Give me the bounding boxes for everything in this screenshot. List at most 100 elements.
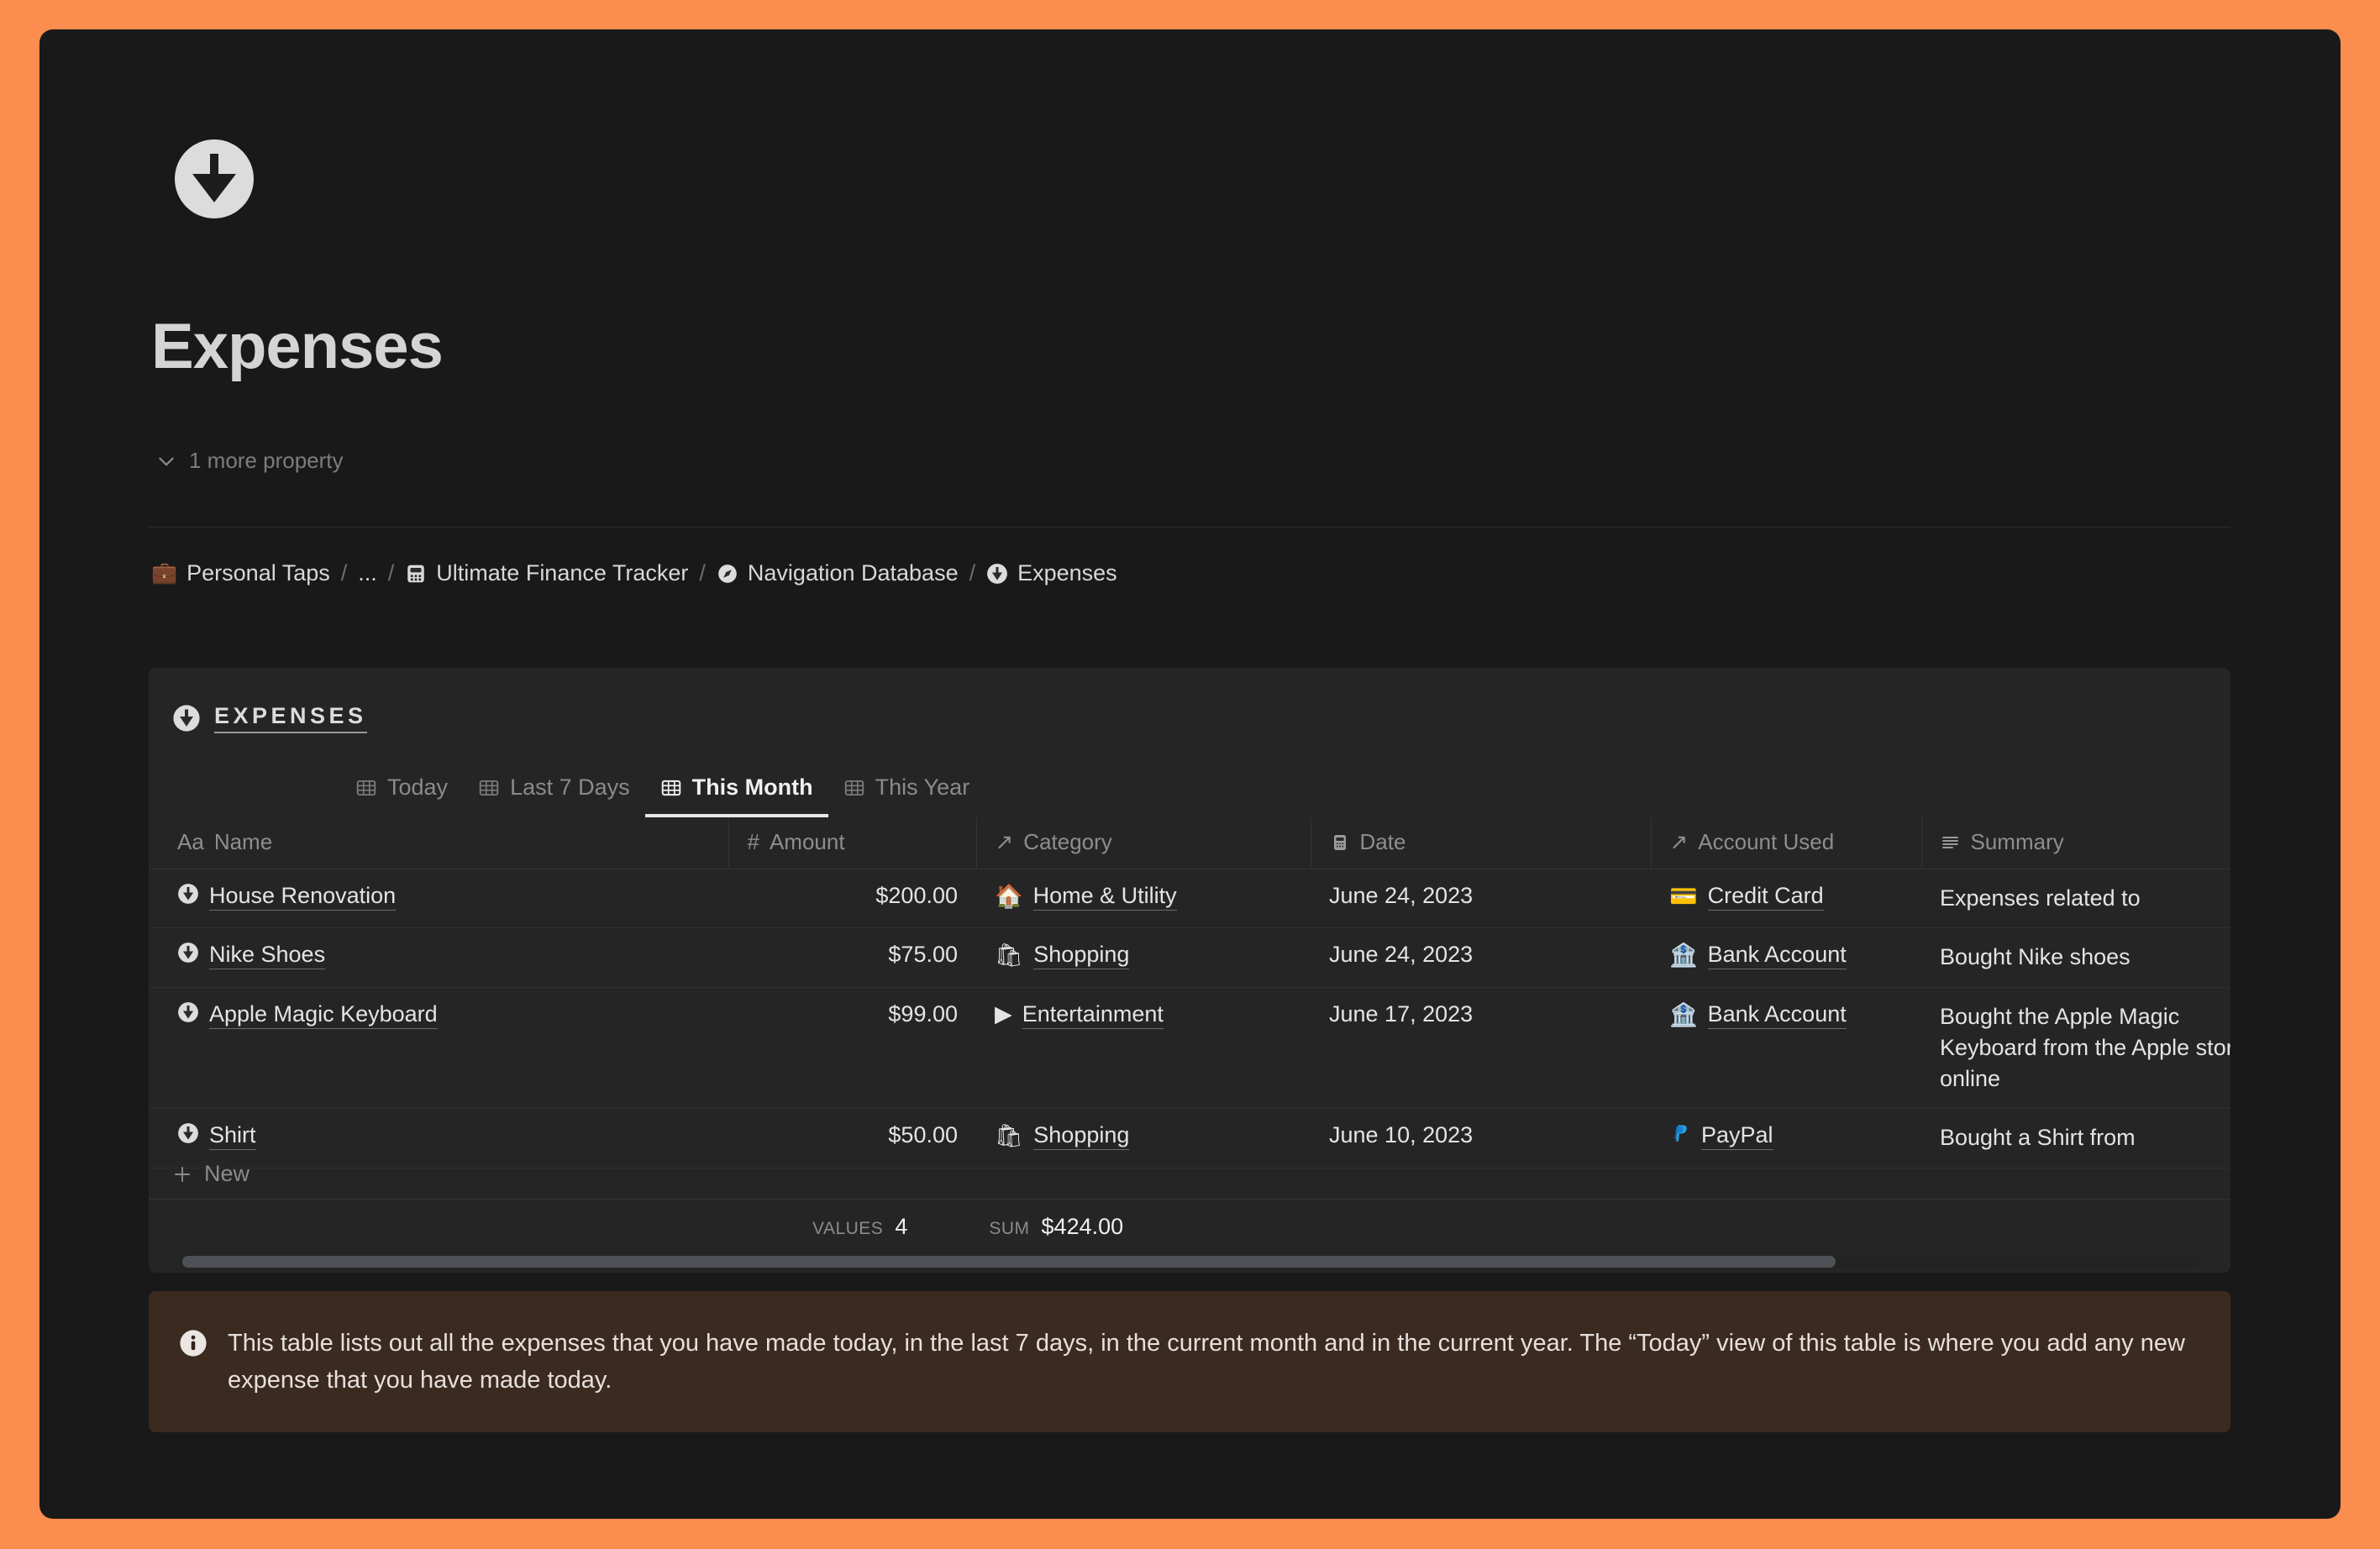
new-row-button[interactable]: New	[149, 1149, 2230, 1200]
cell-category[interactable]: 🏠 Home & Utility	[976, 869, 1311, 929]
circle-down-arrow-icon	[173, 705, 200, 732]
page-body: Expenses 1 more property 💼 Personal Taps…	[39, 29, 2341, 1519]
category-link[interactable]: Entertainment	[1022, 1001, 1164, 1029]
column-header-account-used[interactable]: ↗ Account Used	[1651, 817, 1922, 869]
cell-date[interactable]: June 24, 2023	[1311, 869, 1651, 929]
number-hash-icon: #	[747, 829, 759, 854]
cell-summary[interactable]: Bought the Apple Magic Keyboard from the…	[1921, 987, 2230, 1110]
column-header-amount[interactable]: # Amount	[728, 817, 977, 869]
row-name-link[interactable]: House Renovation	[209, 883, 397, 911]
breadcrumb-item-personal-taps[interactable]: 💼 Personal Taps	[151, 560, 330, 586]
database-title[interactable]: EXPENSES	[214, 703, 367, 733]
tab-today[interactable]: Today	[340, 774, 463, 817]
info-icon	[180, 1330, 207, 1357]
row-name-link[interactable]: Apple Magic Keyboard	[209, 1001, 438, 1029]
title-aa-icon: Aa	[177, 829, 204, 854]
table-row[interactable]: Apple Magic Keyboard $99.00 ▶ Entertainm…	[149, 987, 2230, 1110]
cell-account[interactable]: 🏦 Bank Account	[1651, 927, 1921, 988]
cell-summary[interactable]: Bought Nike shoes	[1921, 927, 2230, 988]
breadcrumb-item-expenses[interactable]: Expenses	[986, 560, 1117, 586]
circle-down-arrow-icon	[987, 563, 1008, 584]
aggregate-sum-value: $424.00	[1041, 1213, 1124, 1239]
plus-icon	[175, 1166, 190, 1182]
breadcrumb-separator: /	[340, 560, 348, 585]
cell-amount[interactable]: $200.00	[728, 869, 976, 929]
bank-emoji: 🏦	[1669, 1001, 1698, 1027]
circle-down-arrow-icon	[178, 1123, 198, 1144]
cell-date[interactable]: June 17, 2023	[1311, 987, 1651, 1110]
account-link[interactable]: PayPal	[1701, 1122, 1773, 1151]
aggregate-values-label: VALUES	[812, 1218, 884, 1238]
horizontal-scrollbar[interactable]	[182, 1256, 2199, 1268]
relation-arrow-icon: ↗	[1669, 829, 1689, 854]
tab-label: Today	[387, 774, 449, 800]
circle-down-arrow-icon	[178, 884, 198, 904]
category-link[interactable]: Shopping	[1033, 1122, 1130, 1151]
circle-down-arrow-icon	[175, 139, 254, 218]
aggregate-values[interactable]: VALUES 4	[812, 1214, 907, 1240]
table-row[interactable]: House Renovation $200.00 🏠 Home & Utilit…	[149, 869, 2230, 929]
column-header-label: Category	[1023, 829, 1112, 854]
relation-arrow-icon: ↗	[995, 829, 1014, 854]
cell-category[interactable]: ▶ Entertainment	[976, 987, 1311, 1110]
paypal-logo-icon	[1674, 1125, 1687, 1142]
column-header-date[interactable]: Date	[1311, 817, 1652, 869]
category-link[interactable]: Home & Utility	[1032, 883, 1177, 911]
table-icon	[479, 780, 499, 796]
text-lines-icon	[1941, 836, 1958, 848]
tab-last-7-days[interactable]: Last 7 Days	[463, 774, 645, 817]
briefcase-emoji: 💼	[151, 561, 178, 585]
scrollbar-thumb[interactable]	[182, 1256, 1836, 1268]
breadcrumb-item-navigation-database[interactable]: Navigation Database	[717, 560, 959, 586]
breadcrumb: 💼 Personal Taps / ... / Ultimate Finance…	[151, 560, 1117, 586]
tab-label: This Month	[691, 774, 813, 800]
tab-this-month[interactable]: This Month	[644, 774, 828, 817]
breadcrumb-item-ellipsis[interactable]: ...	[358, 560, 377, 586]
cell-category[interactable]: 🛍 Shopping	[976, 927, 1311, 988]
callout-text: This table lists out all the expenses th…	[228, 1330, 2185, 1394]
cell-amount[interactable]: $99.00	[728, 987, 976, 1110]
breadcrumb-label: Ultimate Finance Tracker	[436, 560, 689, 585]
row-name-link[interactable]: Nike Shoes	[209, 942, 326, 970]
breadcrumb-item-ultimate-finance-tracker[interactable]: Ultimate Finance Tracker	[405, 560, 688, 586]
cell-date[interactable]: June 24, 2023	[1311, 927, 1651, 988]
cell-account[interactable]: 💳 Credit Card	[1651, 869, 1921, 929]
page-icon-circle-down-arrow-icon[interactable]	[172, 137, 256, 221]
column-header-label: Amount	[769, 829, 845, 854]
column-header-category[interactable]: ↗ Category	[976, 817, 1311, 869]
cell-name[interactable]: Apple Magic Keyboard	[149, 987, 728, 1110]
breadcrumb-separator: /	[387, 560, 395, 585]
row-name-link[interactable]: Shirt	[209, 1122, 256, 1151]
credit-card-emoji: 💳	[1669, 884, 1698, 909]
category-link[interactable]: Shopping	[1033, 942, 1130, 970]
database-view-tabs: Today Last 7 Days This Month This Year	[340, 769, 985, 817]
table-aggregates: VALUES 4 SUM $424.00	[149, 1200, 2230, 1252]
cell-account[interactable]: 🏦 Bank Account	[1651, 987, 1921, 1110]
chevron-down-icon	[159, 457, 174, 465]
new-row-label: New	[204, 1161, 250, 1186]
cell-name[interactable]: House Renovation	[149, 869, 728, 929]
breadcrumb-separator: /	[969, 560, 976, 585]
house-emoji: 🏠	[995, 884, 1023, 909]
play-button-emoji: ▶	[995, 1000, 1012, 1027]
account-link[interactable]: Credit Card	[1707, 883, 1824, 911]
column-header-name[interactable]: Aa Name	[149, 817, 729, 869]
breadcrumb-separator: /	[699, 560, 706, 585]
account-link[interactable]: Bank Account	[1707, 1001, 1847, 1029]
tab-this-year[interactable]: This Year	[828, 774, 985, 817]
more-properties-label: 1 more property	[189, 448, 344, 473]
column-header-label: Account Used	[1698, 829, 1835, 854]
cell-amount[interactable]: $75.00	[728, 927, 976, 988]
column-header-summary[interactable]: Summary	[1921, 817, 2230, 869]
account-link[interactable]: Bank Account	[1707, 942, 1847, 970]
column-header-label: Name	[213, 829, 273, 854]
aggregate-sum[interactable]: SUM $424.00	[989, 1214, 1123, 1240]
cell-name[interactable]: Nike Shoes	[149, 927, 728, 988]
table-row[interactable]: Nike Shoes $75.00 🛍 Shopping June 24, 20…	[149, 927, 2230, 988]
bank-emoji: 🏦	[1669, 943, 1698, 969]
breadcrumb-label: ...	[358, 560, 377, 585]
table-icon	[356, 780, 376, 796]
circle-down-arrow-icon	[178, 943, 198, 964]
more-properties-toggle[interactable]: 1 more property	[155, 448, 344, 474]
cell-summary[interactable]: Expenses related to	[1921, 869, 2230, 929]
